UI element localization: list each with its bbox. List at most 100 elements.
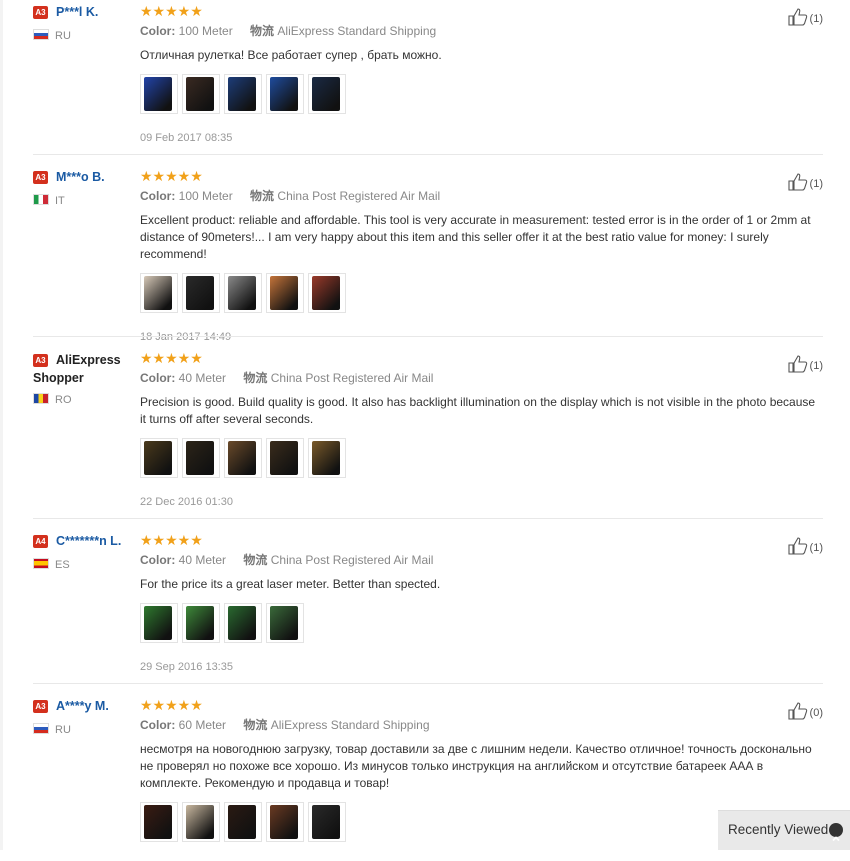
review-meta: Color: 100 Meter 物流 AliExpress Standard … xyxy=(140,24,437,38)
review-divider xyxy=(33,683,823,684)
reviewer-info: A3 M***o B. IT xyxy=(33,169,138,207)
photo-image xyxy=(312,805,340,839)
rating-stars: ★★★★★ xyxy=(140,697,203,713)
buyer-level-badge: A3 xyxy=(33,6,48,19)
shipping-method: China Post Registered Air Mail xyxy=(270,371,434,385)
review-photo-thumbnail[interactable] xyxy=(140,273,178,313)
thumbs-up-icon xyxy=(787,173,807,191)
review-photo-thumbnail[interactable] xyxy=(182,273,220,313)
review-photo-thumbnail[interactable] xyxy=(182,603,220,643)
rating-stars: ★★★★★ xyxy=(140,350,203,366)
helpful-count: (1) xyxy=(809,178,823,190)
review-date: 09 Feb 2017 08:35 xyxy=(140,132,233,144)
helpful-button[interactable]: (1) xyxy=(787,355,823,373)
review-photo-thumbnail[interactable] xyxy=(182,74,220,114)
review-photo-thumbnail[interactable] xyxy=(266,74,304,114)
review-photo-thumbnail[interactable] xyxy=(308,802,346,842)
review-meta: Color: 40 Meter 物流 China Post Registered… xyxy=(140,553,434,567)
page-left-border xyxy=(0,0,3,850)
helpful-count: (0) xyxy=(809,707,823,719)
review-photo-thumbnail[interactable] xyxy=(140,603,178,643)
photo-image xyxy=(270,805,298,839)
review-photo-thumbnail[interactable] xyxy=(140,802,178,842)
color-value: 40 Meter xyxy=(178,553,227,567)
recently-viewed-label: Recently Viewed xyxy=(728,822,829,837)
review-photo-thumbnail[interactable] xyxy=(224,438,262,478)
review-item: A3 M***o B. IT ★★★★★ Color: 100 Meter 物流 … xyxy=(33,169,823,343)
romania-flag-icon xyxy=(33,393,49,404)
photo-image xyxy=(144,276,172,310)
review-photo-thumbnail[interactable] xyxy=(266,438,304,478)
review-photo-thumbnail[interactable] xyxy=(224,74,262,114)
color-value: 40 Meter xyxy=(178,371,227,385)
photo-image xyxy=(186,77,214,111)
photo-image xyxy=(186,441,214,475)
review-meta: Color: 60 Meter 物流 AliExpress Standard S… xyxy=(140,718,430,732)
review-photo-thumbnail[interactable] xyxy=(182,438,220,478)
thumbs-up-icon xyxy=(787,537,807,555)
review-text: несмотря на новогоднюю загрузку, товар д… xyxy=(140,742,812,790)
review-divider xyxy=(33,336,823,337)
reviewer-name[interactable]: A****y M. xyxy=(56,699,109,713)
review-date: 29 Sep 2016 13:35 xyxy=(140,661,233,673)
review-divider xyxy=(33,518,823,519)
helpful-button[interactable]: (0) xyxy=(787,702,823,720)
helpful-count: (1) xyxy=(809,542,823,554)
thumbs-up-icon xyxy=(787,355,807,373)
review-photo-thumbnail[interactable] xyxy=(224,802,262,842)
thumbs-up-icon xyxy=(787,8,807,26)
photo-image xyxy=(144,441,172,475)
review-photo-thumbnail[interactable] xyxy=(266,802,304,842)
reviewer-country: IT xyxy=(55,195,65,207)
buyer-level-badge: A3 xyxy=(33,171,48,184)
photo-image xyxy=(270,606,298,640)
buyer-level-badge: A3 xyxy=(33,354,48,367)
review-photo-thumbnail[interactable] xyxy=(224,603,262,643)
helpful-button[interactable]: (1) xyxy=(787,173,823,191)
photo-image xyxy=(270,276,298,310)
photo-image xyxy=(144,606,172,640)
review-content: ★★★★★ Color: 100 Meter 物流 China Post Reg… xyxy=(140,169,820,344)
review-photos xyxy=(140,438,820,478)
review-photo-thumbnail[interactable] xyxy=(140,74,178,114)
review-photo-thumbnail[interactable] xyxy=(266,603,304,643)
spain-flag-icon xyxy=(33,558,49,569)
photo-image xyxy=(312,77,340,111)
review-item: A4 C*******n L. ES ★★★★★ Color: 40 Meter … xyxy=(33,533,823,684)
reviewer-country: RU xyxy=(55,724,71,736)
photo-image xyxy=(228,276,256,310)
review-date: 18 Jan 2017 14:49 xyxy=(140,331,232,343)
shipping-method: AliExpress Standard Shipping xyxy=(270,718,430,732)
review-content: ★★★★★ Color: 100 Meter 物流 AliExpress Sta… xyxy=(140,4,820,145)
reviewer-country: ES xyxy=(55,559,70,571)
shipping-method: China Post Registered Air Mail xyxy=(270,553,434,567)
photo-image xyxy=(186,805,214,839)
photo-image xyxy=(228,441,256,475)
review-photo-thumbnail[interactable] xyxy=(308,74,346,114)
reviewer-info: A3 A****y M. RU xyxy=(33,698,138,736)
reviewer-name[interactable]: P***l K. xyxy=(56,5,98,19)
review-photo-thumbnail[interactable] xyxy=(182,802,220,842)
reviewer-name[interactable]: C*******n L. xyxy=(56,534,121,548)
rating-stars: ★★★★★ xyxy=(140,532,203,548)
helpful-button[interactable]: (1) xyxy=(787,8,823,26)
review-photo-thumbnail[interactable] xyxy=(224,273,262,313)
review-photo-thumbnail[interactable] xyxy=(308,273,346,313)
photo-image xyxy=(270,441,298,475)
review-photo-thumbnail[interactable] xyxy=(308,438,346,478)
review-photo-thumbnail[interactable] xyxy=(140,438,178,478)
review-date: 22 Dec 2016 01:30 xyxy=(140,496,233,508)
review-item: A3 A****y M. RU ★★★★★ Color: 60 Meter 物流 … xyxy=(33,698,823,850)
buyer-level-badge: A3 xyxy=(33,700,48,713)
italy-flag-icon xyxy=(33,194,49,205)
photo-image xyxy=(228,805,256,839)
color-value: 60 Meter xyxy=(178,718,227,732)
review-photo-thumbnail[interactable] xyxy=(266,273,304,313)
helpful-button[interactable]: (1) xyxy=(787,537,823,555)
review-text: Отличная рулетка! Все работает супер , б… xyxy=(140,48,442,62)
recently-viewed-button[interactable]: Recently Viewed xyxy=(718,810,850,850)
photo-image xyxy=(144,77,172,111)
thumbs-up-icon xyxy=(787,702,807,720)
reviewer-name[interactable]: M***o B. xyxy=(56,170,105,184)
color-value: 100 Meter xyxy=(178,24,233,38)
